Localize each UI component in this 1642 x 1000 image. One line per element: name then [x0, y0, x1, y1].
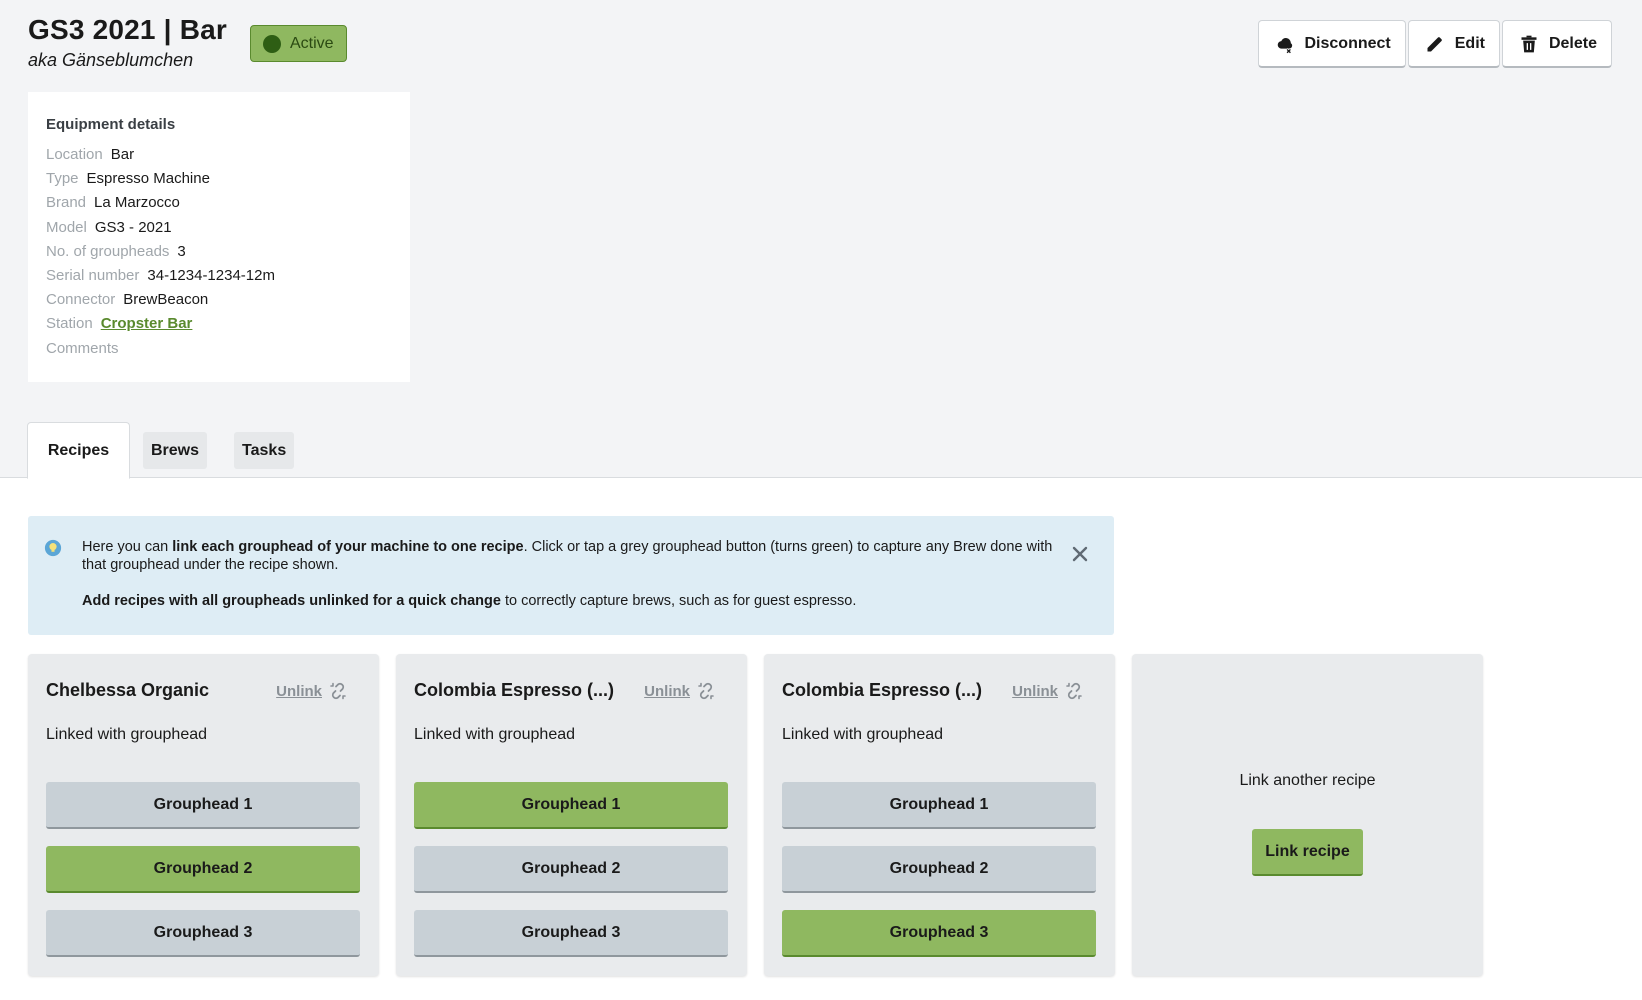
recipe-card: Colombia Espresso (...) Unlink Linked wi…	[764, 654, 1115, 976]
page-title: GS3 2021 | Bar	[28, 14, 227, 45]
broken-link-icon	[698, 682, 714, 700]
detail-value: GS3 - 2021	[94, 218, 172, 236]
trash-icon	[1521, 35, 1537, 52]
detail-label: Brand	[46, 194, 87, 212]
lightbulb-icon	[44, 539, 62, 557]
recipe-card: Chelbessa Organic Unlink Linked with gro…	[28, 654, 379, 976]
info-text-2-end: to correctly capture brews, such as for …	[500, 593, 857, 609]
broken-link-icon	[330, 682, 346, 700]
grouphead-2-button[interactable]: Grouphead 2	[782, 846, 1096, 893]
recipe-card: Colombia Espresso (...) Unlink Linked wi…	[396, 654, 747, 976]
edit-label: Edit	[1454, 34, 1485, 52]
tab-recipes[interactable]: Recipes	[27, 422, 130, 479]
detail-value: La Marzocco	[94, 194, 180, 212]
tab-brews[interactable]: Brews	[143, 432, 208, 469]
detail-row-type: Type Espresso Machine	[46, 167, 392, 191]
detail-value: Espresso Machine	[86, 170, 210, 188]
disconnect-button[interactable]: Disconnect	[1257, 20, 1406, 68]
station-link[interactable]: Cropster Bar	[101, 315, 193, 332]
pencil-icon	[1427, 36, 1442, 51]
unlink-label: Unlink	[1012, 682, 1058, 700]
info-text-1-start: Here you can	[82, 539, 173, 555]
detail-row-location: Location Bar	[46, 143, 392, 167]
unlink-label: Unlink	[276, 682, 322, 700]
grouphead-2-button[interactable]: Grouphead 2	[414, 846, 728, 893]
detail-label: Location	[46, 146, 103, 163]
header-area: GS3 2021 | Bar aka Gänseblumchen Active …	[0, 0, 1642, 479]
detail-value: 3	[177, 242, 186, 260]
detail-value: 34-1234-1234-12m	[147, 267, 275, 285]
grouphead-1-button[interactable]: Grouphead 1	[46, 782, 360, 829]
link-recipe-button[interactable]: Link recipe	[1252, 829, 1363, 876]
detail-row-connector: Connector BrewBeacon	[46, 288, 392, 312]
delete-label: Delete	[1548, 34, 1597, 52]
detail-label: Comments	[46, 339, 119, 357]
detail-row-comments: Comments	[46, 337, 392, 361]
detail-value: Bar	[110, 146, 135, 163]
recipe-name: Colombia Espresso (...)	[414, 680, 615, 700]
status-badge: Active	[250, 25, 347, 62]
unlink-button[interactable]: Unlink	[644, 681, 716, 701]
info-banner: Here you can link each grouphead of your…	[28, 516, 1114, 635]
info-text-1: Here you can link each grouphead of your…	[82, 538, 1060, 574]
detail-label: Connector	[46, 291, 116, 309]
linked-with-label: Linked with grouphead	[46, 726, 208, 743]
grouphead-3-button[interactable]: Grouphead 3	[414, 910, 728, 957]
linked-with-label: Linked with grouphead	[782, 726, 944, 743]
grouphead-3-button[interactable]: Grouphead 3	[782, 910, 1096, 957]
grouphead-3-button[interactable]: Grouphead 3	[46, 910, 360, 957]
disconnect-label: Disconnect	[1304, 34, 1391, 52]
unlink-label: Unlink	[644, 682, 690, 700]
recipe-name: Chelbessa Organic	[46, 680, 210, 700]
detail-row-brand: Brand La Marzocco	[46, 191, 392, 215]
cloud-disconnect-icon	[1277, 37, 1292, 54]
detail-label: No. of groupheads	[46, 242, 170, 260]
info-text-1-bold: link each grouphead of your machine to o…	[172, 539, 524, 555]
detail-value: BrewBeacon	[123, 291, 209, 309]
close-icon[interactable]	[1071, 545, 1089, 563]
unlink-button[interactable]: Unlink	[276, 681, 348, 701]
detail-row-serial-number: Serial number 34-1234-1234-12m	[46, 264, 392, 288]
tab-tasks[interactable]: Tasks	[234, 432, 295, 469]
detail-label: Station	[46, 315, 93, 333]
equipment-details-card: Equipment details Location Bar Type Espres…	[28, 92, 410, 382]
info-text-2-bold: Add recipes with all groupheads unlinked…	[82, 593, 501, 609]
detail-label: Serial number	[46, 267, 140, 285]
detail-row-station: Station Cropster Bar	[46, 312, 392, 336]
broken-link-icon	[1066, 682, 1082, 700]
detail-label: Type	[46, 170, 79, 188]
recipe-name: Colombia Espresso (...)	[782, 680, 983, 700]
info-text-2: Add recipes with all groupheads unlinked…	[82, 592, 1060, 610]
linked-with-label: Linked with grouphead	[414, 726, 576, 743]
delete-button[interactable]: Delete	[1501, 20, 1612, 68]
grouphead-1-button[interactable]: Grouphead 1	[782, 782, 1096, 829]
status-label: Active	[290, 34, 334, 52]
unlink-button[interactable]: Unlink	[1012, 681, 1084, 701]
page-subtitle: aka Gänseblumchen	[28, 50, 194, 70]
equipment-details-heading: Equipment details	[46, 116, 176, 133]
grouphead-1-button[interactable]: Grouphead 1	[414, 782, 728, 829]
detail-row-groupheads: No. of groupheads 3	[46, 240, 392, 264]
detail-label: Model	[46, 218, 87, 236]
tab-bar: Recipes Brews Tasks	[27, 422, 295, 479]
edit-button[interactable]: Edit	[1407, 20, 1500, 68]
grouphead-2-button[interactable]: Grouphead 2	[46, 846, 360, 893]
header-actions: Disconnect Edit Delete	[1257, 20, 1612, 68]
status-dot-icon	[263, 34, 281, 53]
link-recipe-card: Link another recipe Link recipe	[1132, 654, 1483, 976]
detail-row-model: Model GS3 - 2021	[46, 216, 392, 240]
link-another-recipe-label: Link another recipe	[1239, 772, 1376, 789]
